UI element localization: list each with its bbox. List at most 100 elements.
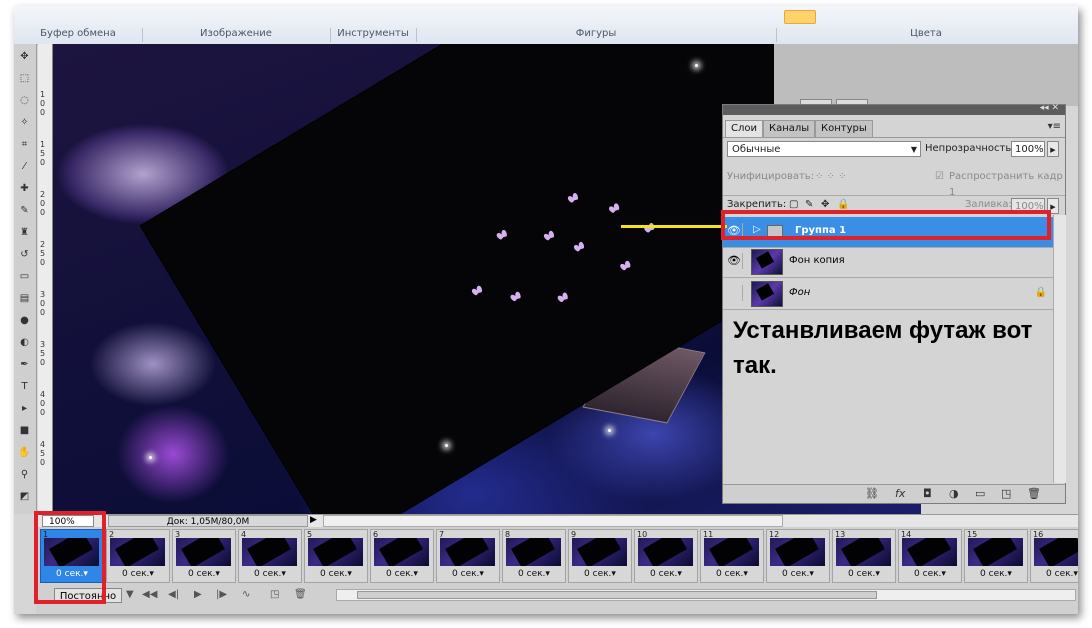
panel-titlebar[interactable]: ◂◂ ✕ xyxy=(723,103,1065,115)
tab-paths[interactable]: Контуры xyxy=(815,120,873,137)
layer-row-background-copy[interactable]: 👁 Фон копия xyxy=(723,247,1053,278)
chevron-down-icon[interactable]: ▾ xyxy=(611,569,616,579)
animation-frame[interactable]: 14 0 сек.▾ xyxy=(898,529,962,583)
tab-channels[interactable]: Каналы xyxy=(763,120,816,137)
zoom-tool-icon[interactable]: ⚲ xyxy=(18,468,31,481)
scroll-thumb[interactable] xyxy=(357,591,877,599)
duplicate-frame-icon[interactable]: ◳ xyxy=(270,589,279,600)
type-tool-icon[interactable]: T xyxy=(18,380,31,393)
status-arrow-icon[interactable]: ▶ xyxy=(310,515,317,525)
shape-tool-icon[interactable]: ■ xyxy=(18,424,31,437)
frame-delay[interactable]: 0 сек.▾ xyxy=(503,569,565,579)
frame-delay[interactable]: 0 сек.▾ xyxy=(239,569,301,579)
chevron-down-icon[interactable]: ▾ xyxy=(677,569,682,579)
chevron-down-icon[interactable]: ▼ xyxy=(126,589,134,600)
hand-tool-icon[interactable]: ✋ xyxy=(18,446,31,459)
mask-icon[interactable]: ◘ xyxy=(923,487,932,500)
opacity-input[interactable]: 100% xyxy=(1011,141,1045,157)
frame-delay[interactable]: 0 сек.▾ xyxy=(767,569,829,579)
visibility-empty-icon[interactable] xyxy=(726,285,743,301)
path-selection-icon[interactable]: ▸ xyxy=(18,402,31,415)
chevron-down-icon[interactable]: ▾ xyxy=(347,569,352,579)
collapse-icon[interactable]: ◂◂ ✕ xyxy=(1040,103,1059,113)
blur-tool-icon[interactable]: ● xyxy=(18,314,31,327)
crop-tool-icon[interactable]: ⌗ xyxy=(18,138,31,151)
frame-delay[interactable]: 0 сек.▾ xyxy=(107,569,169,579)
animation-frame[interactable]: 30 сек.▾ xyxy=(172,529,236,583)
opacity-arrow-icon[interactable]: ▶ xyxy=(1047,141,1059,157)
history-brush-icon[interactable]: ↺ xyxy=(18,248,31,261)
play-icon[interactable]: ▶ xyxy=(194,589,202,600)
frame-delay[interactable]: 0 сек.▾ xyxy=(569,569,631,579)
chevron-down-icon[interactable]: ▾ xyxy=(875,569,880,579)
lasso-tool-icon[interactable]: ◌ xyxy=(18,94,31,107)
animation-frame[interactable]: 50 сек.▾ xyxy=(304,529,368,583)
animation-frame[interactable]: 10 0 сек.▾ xyxy=(634,529,698,583)
animation-frame[interactable]: 20 сек.▾ xyxy=(106,529,170,583)
gradient-tool-icon[interactable]: ▤ xyxy=(18,292,31,305)
delete-frame-icon[interactable]: 🗑 xyxy=(294,589,307,600)
frames-scrollbar[interactable] xyxy=(336,589,1076,601)
ribbon-color-swatch[interactable] xyxy=(784,10,816,24)
healing-brush-icon[interactable]: ✚ xyxy=(18,182,31,195)
eye-icon[interactable]: 👁 xyxy=(726,253,743,269)
doc-size[interactable]: Док: 1,05M/80,0M xyxy=(108,515,308,527)
propagate-checkbox-icon[interactable]: ☑ xyxy=(935,169,944,185)
chevron-down-icon[interactable]: ▾ xyxy=(1007,569,1012,579)
tab-layers[interactable]: Слои xyxy=(725,120,763,137)
frame-delay[interactable]: 0 сек.▾ xyxy=(635,569,697,579)
animation-frame[interactable]: 40 сек.▾ xyxy=(238,529,302,583)
unify-icons[interactable]: ⁘ ⁘ ⁘ xyxy=(815,169,847,185)
tween-icon[interactable]: ∿ xyxy=(242,589,250,600)
dodge-tool-icon[interactable]: ◐ xyxy=(18,336,31,349)
layers-scrollbar[interactable] xyxy=(1053,215,1066,483)
chevron-down-icon[interactable]: ▾ xyxy=(743,569,748,579)
horizontal-scrollbar[interactable] xyxy=(323,515,783,527)
new-layer-icon[interactable]: ◳ xyxy=(1001,487,1011,500)
frame-delay[interactable]: 0 сек.▾ xyxy=(833,569,895,579)
brush-tool-icon[interactable]: ✎ xyxy=(18,204,31,217)
eyedropper-icon[interactable]: ⁄ xyxy=(18,160,31,173)
chevron-down-icon[interactable]: ▾ xyxy=(413,569,418,579)
folder-icon[interactable]: ▭ xyxy=(975,487,985,500)
animation-frame[interactable]: 90 сек.▾ xyxy=(568,529,632,583)
frame-delay[interactable]: 0 сек.▾ xyxy=(1031,569,1078,579)
frame-delay[interactable]: 0 сек.▾ xyxy=(899,569,961,579)
frame-delay[interactable]: 0 сек.▾ xyxy=(437,569,499,579)
animation-frame[interactable]: 80 сек.▾ xyxy=(502,529,566,583)
move-tool-icon[interactable]: ✥ xyxy=(18,50,31,63)
frame-delay[interactable]: 0 сек.▾ xyxy=(173,569,235,579)
frame-delay[interactable]: 0 сек.▾ xyxy=(701,569,763,579)
chevron-down-icon[interactable]: ▾ xyxy=(215,569,220,579)
adjustment-icon[interactable]: ◑ xyxy=(949,487,959,500)
animation-frame[interactable]: 15 0 сек.▾ xyxy=(964,529,1028,583)
blend-mode-select[interactable]: Обычные ▼ xyxy=(727,141,921,157)
chevron-down-icon[interactable]: ▾ xyxy=(149,569,154,579)
first-frame-icon[interactable]: ◀◀ xyxy=(142,589,157,600)
frame-delay[interactable]: 0 сек.▾ xyxy=(371,569,433,579)
animation-frame[interactable]: 13 0 сек.▾ xyxy=(832,529,896,583)
pen-tool-icon[interactable]: ✒ xyxy=(18,358,31,371)
chevron-down-icon[interactable]: ▾ xyxy=(545,569,550,579)
magic-wand-icon[interactable]: ✧ xyxy=(18,116,31,129)
animation-frame[interactable]: 11 0 сек.▾ xyxy=(700,529,764,583)
animation-frame[interactable]: 12 0 сек.▾ xyxy=(766,529,830,583)
chevron-down-icon[interactable]: ▾ xyxy=(479,569,484,579)
chevron-down-icon[interactable]: ▾ xyxy=(809,569,814,579)
chevron-down-icon[interactable]: ▾ xyxy=(1073,569,1078,579)
trash-icon[interactable]: 🗑 xyxy=(1027,487,1041,500)
stamp-tool-icon[interactable]: ♜ xyxy=(18,226,31,239)
layer-row-background[interactable]: Фон 🔒 xyxy=(723,279,1053,310)
frame-delay[interactable]: 0 сек.▾ xyxy=(305,569,367,579)
panel-menu-icon[interactable]: ▾≡ xyxy=(1048,121,1061,132)
marquee-tool-icon[interactable]: ⬚ xyxy=(18,72,31,85)
next-frame-icon[interactable]: |▶ xyxy=(216,589,227,600)
link-icon[interactable]: ⛓ xyxy=(865,487,879,500)
animation-frame[interactable]: 60 сек.▾ xyxy=(370,529,434,583)
eraser-tool-icon[interactable]: ▭ xyxy=(18,270,31,283)
chevron-down-icon[interactable]: ▾ xyxy=(281,569,286,579)
animation-frame[interactable]: 70 сек.▾ xyxy=(436,529,500,583)
color-swatches-icon[interactable]: ◩ xyxy=(18,490,31,503)
prev-frame-icon[interactable]: ◀| xyxy=(168,589,179,600)
animation-frame[interactable]: 16 0 сек.▾ xyxy=(1030,529,1078,583)
